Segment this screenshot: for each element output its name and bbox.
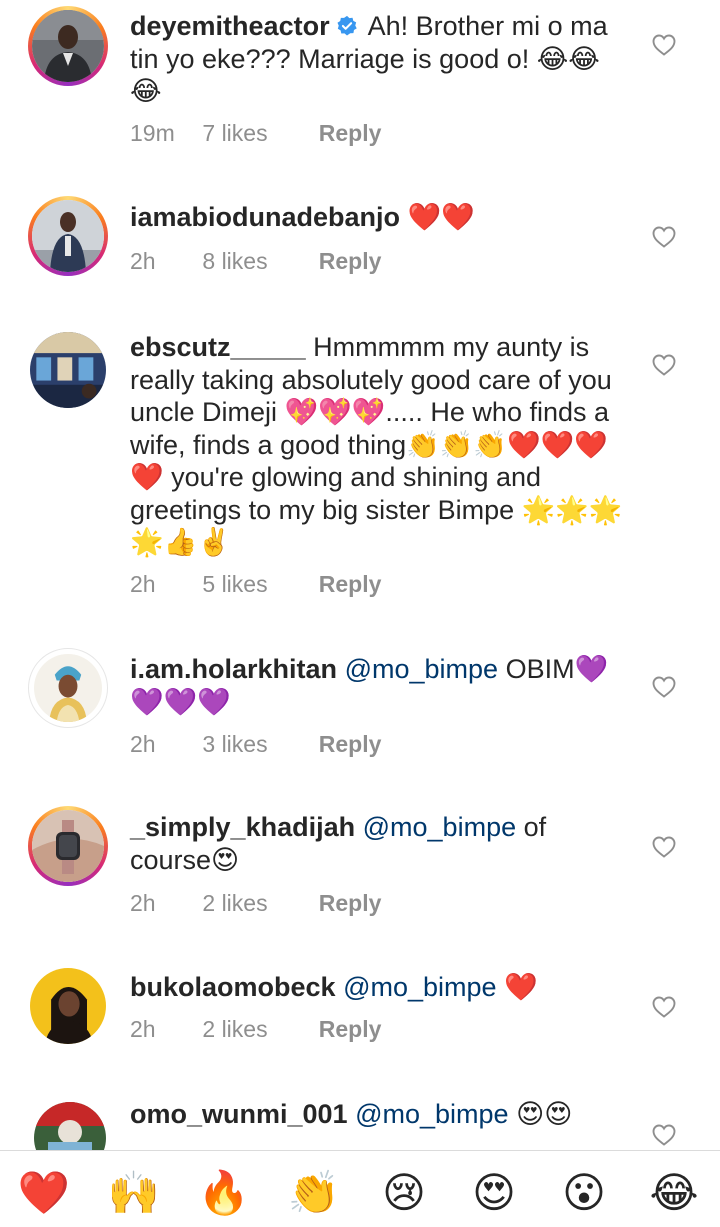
avatar-man-in-suit-image xyxy=(32,10,104,82)
avatar[interactable] xyxy=(28,648,108,728)
comment-timestamp: 2h xyxy=(130,731,156,757)
emoji-reaction-bar: ❤️ 🙌 🔥 👏 😢 😍 😮 😂 xyxy=(0,1150,720,1227)
reply-button[interactable]: Reply xyxy=(319,731,382,758)
avatar-man-standing-image xyxy=(32,200,104,272)
comment-like-count[interactable]: 5 likes xyxy=(202,571,312,598)
comment-like-count[interactable]: 2 likes xyxy=(202,890,312,917)
like-heart-icon[interactable] xyxy=(652,1124,676,1146)
comment-like-count[interactable]: 7 likes xyxy=(202,120,312,147)
reply-button[interactable]: Reply xyxy=(319,1016,382,1043)
comment-username[interactable]: deyemitheactor xyxy=(130,11,330,41)
comment-list[interactable]: deyemitheactor Ah! Brother mi o ma tin y… xyxy=(0,0,720,1150)
like-heart-icon[interactable] xyxy=(652,676,676,698)
reply-button[interactable]: Reply xyxy=(319,120,382,147)
comment-timestamp: 2h xyxy=(130,890,156,916)
avatar-woman-headwrap-image xyxy=(34,654,102,722)
avatar[interactable] xyxy=(28,6,108,86)
verified-badge-icon xyxy=(337,15,357,36)
comment-mention[interactable]: @mo_bimpe xyxy=(363,812,516,842)
comment-mention[interactable]: @mo_bimpe xyxy=(345,654,498,684)
comment-timestamp: 19m xyxy=(130,120,175,146)
comment-like-count[interactable]: 2 likes xyxy=(202,1016,312,1043)
comment-timestamp: 2h xyxy=(130,248,156,274)
comment-username[interactable]: i.am.holarkhitan xyxy=(130,654,337,684)
avatar-salon-interior-image xyxy=(30,332,106,408)
comment-timestamp: 2h xyxy=(130,1016,156,1042)
comment-mention[interactable]: @mo_bimpe xyxy=(355,1099,508,1129)
crying-face-emoji-button[interactable]: 😢 xyxy=(374,1165,434,1221)
comment-like-count[interactable]: 8 likes xyxy=(202,248,312,275)
like-heart-icon[interactable] xyxy=(652,996,676,1018)
comment-username[interactable]: iamabiodunadebanjo xyxy=(130,202,400,232)
like-heart-icon[interactable] xyxy=(652,34,676,56)
comment-text: ❤️ xyxy=(504,972,538,1002)
reply-button[interactable]: Reply xyxy=(319,890,382,917)
tears-of-joy-emoji-button[interactable]: 😂 xyxy=(644,1165,704,1221)
clapping-hands-emoji-button[interactable]: 👏 xyxy=(284,1165,344,1221)
like-heart-icon[interactable] xyxy=(652,836,676,858)
like-heart-icon[interactable] xyxy=(652,354,676,376)
reply-button[interactable]: Reply xyxy=(319,571,382,598)
comment-text: ❤️❤️ xyxy=(407,202,475,232)
avatar[interactable] xyxy=(32,1100,108,1150)
reply-button[interactable]: Reply xyxy=(319,248,382,275)
comment-text: Hmmmmm my aunty is really taking absolut… xyxy=(130,332,623,557)
comment-username[interactable]: ebscutz_____ xyxy=(130,332,306,362)
raising-hands-emoji-button[interactable]: 🙌 xyxy=(104,1165,164,1221)
avatar-smartwatch-image xyxy=(32,810,104,882)
comment-timestamp: 2h xyxy=(130,571,156,597)
avatar[interactable] xyxy=(28,966,108,1046)
avatar[interactable] xyxy=(28,330,108,410)
comment-username[interactable]: _simply_khadijah xyxy=(130,812,355,842)
comment-username[interactable]: omo_wunmi_001 xyxy=(130,1099,348,1129)
avatar[interactable] xyxy=(28,806,108,886)
comment-like-count[interactable]: 3 likes xyxy=(202,731,312,758)
surprised-face-emoji-button[interactable]: 😮 xyxy=(554,1165,614,1221)
comment-mention[interactable]: @mo_bimpe xyxy=(343,972,496,1002)
avatar-woman-yellow-bg-image xyxy=(30,968,106,1044)
comment-text: 😍😍 xyxy=(516,1099,573,1129)
comment-username[interactable]: bukolaomobeck xyxy=(130,972,336,1002)
red-heart-emoji-button[interactable]: ❤️ xyxy=(14,1165,74,1221)
like-heart-icon[interactable] xyxy=(652,226,676,248)
avatar[interactable] xyxy=(28,196,108,276)
fire-emoji-button[interactable]: 🔥 xyxy=(194,1165,254,1221)
heart-eyes-emoji-button[interactable]: 😍 xyxy=(464,1165,524,1221)
